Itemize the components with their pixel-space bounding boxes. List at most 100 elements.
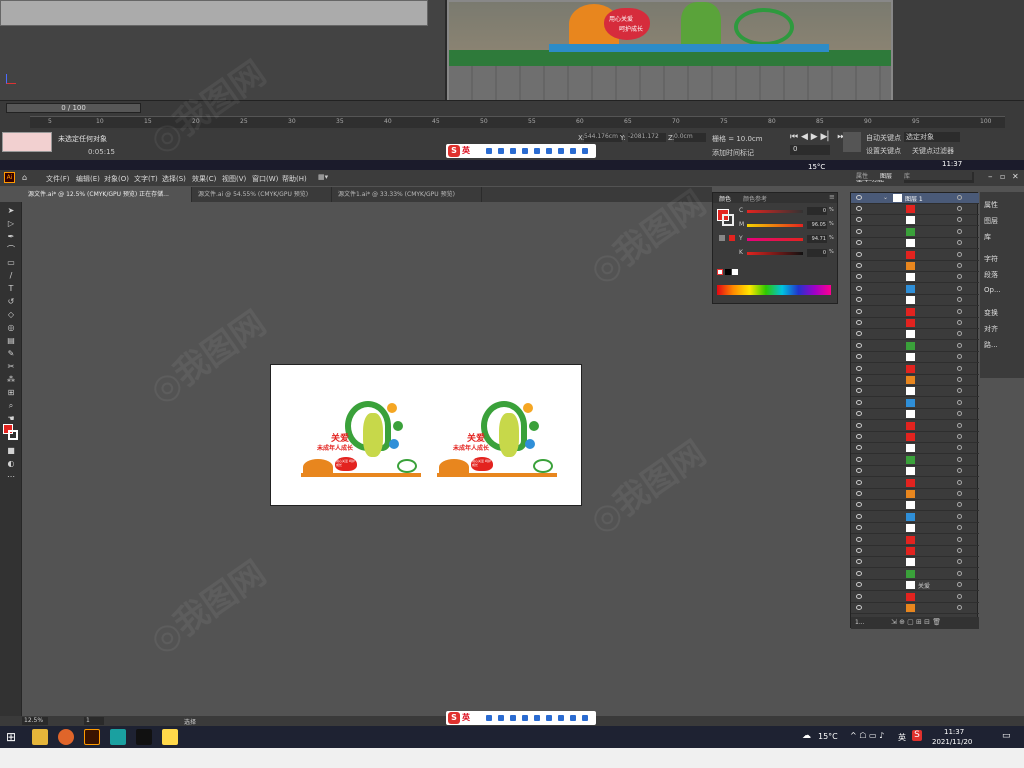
slider-y[interactable]: Y 94.71 % <box>739 235 835 243</box>
zoom-dropdown[interactable]: 12.5% <box>22 717 48 725</box>
target-icon[interactable] <box>957 491 962 496</box>
visibility-icon[interactable] <box>856 365 862 371</box>
visibility-icon[interactable] <box>856 354 862 360</box>
slider-m[interactable]: M 96.05 % <box>739 221 835 229</box>
layer-row[interactable]: ⌄ 图层 1 <box>851 193 979 204</box>
target-icon[interactable] <box>957 513 962 519</box>
warp-tool-icon[interactable]: ◎ <box>5 323 17 332</box>
layer-name[interactable]: 图层 1 <box>905 194 923 203</box>
sublayer-row[interactable] <box>851 500 979 512</box>
artboard-tool-icon[interactable]: ⊞ <box>5 388 17 397</box>
visibility-icon[interactable] <box>856 388 862 394</box>
target-icon[interactable] <box>957 285 962 291</box>
skin-icon[interactable] <box>558 148 564 154</box>
target-icon[interactable] <box>957 582 962 588</box>
web-color-swatch[interactable] <box>729 235 735 241</box>
visibility-icon[interactable] <box>856 491 862 496</box>
sublayer-row[interactable] <box>851 466 979 478</box>
target-icon[interactable] <box>957 593 962 599</box>
sublayer-row[interactable] <box>851 215 979 227</box>
coord-z-field[interactable]: 0.0cm <box>674 133 706 142</box>
visibility-icon[interactable] <box>856 468 862 474</box>
channel-value[interactable]: 0 <box>807 207 827 215</box>
tray-icons[interactable]: ^ ☖ ▭ ♪ <box>850 731 884 740</box>
file-explorer-icon[interactable] <box>32 729 48 745</box>
visibility-icon[interactable] <box>856 445 862 451</box>
target-icon[interactable] <box>957 525 962 531</box>
sublayer-row[interactable] <box>851 592 979 603</box>
keyboard-icon[interactable] <box>534 715 540 721</box>
sublayer-row[interactable] <box>851 557 979 569</box>
visibility-icon[interactable] <box>856 217 862 223</box>
visibility-icon[interactable] <box>856 251 862 257</box>
restore-button[interactable]: ▫ <box>1000 172 1005 181</box>
sublayer-row[interactable] <box>851 261 979 272</box>
target-icon[interactable] <box>957 331 962 337</box>
key-icon[interactable] <box>843 132 861 152</box>
grid-icon[interactable] <box>582 715 588 721</box>
weather-icon[interactable]: ☁ <box>802 731 811 741</box>
visibility-icon[interactable] <box>856 399 862 405</box>
sublayer-row[interactable] <box>851 489 979 500</box>
clock-date[interactable]: 2021/11/20 <box>932 738 972 746</box>
artwork-left[interactable]: 关爱 未成年人成长 用心关爱 呵护成长 <box>301 401 441 479</box>
color-mode-icon[interactable]: ■ <box>5 446 17 455</box>
visibility-icon[interactable] <box>856 559 862 565</box>
slider-track[interactable] <box>747 210 803 213</box>
dock-properties[interactable]: 属性 <box>984 200 998 210</box>
visibility-icon[interactable] <box>856 456 862 462</box>
selected-object-dropdown[interactable]: 选定对象 <box>904 132 960 142</box>
punct-icon[interactable] <box>498 715 504 721</box>
sublayer-row[interactable] <box>851 307 979 318</box>
tools-icon[interactable] <box>570 715 576 721</box>
notification-icon[interactable]: ▭ <box>1002 731 1011 741</box>
terminal-icon[interactable] <box>136 729 152 745</box>
target-icon[interactable] <box>957 468 962 474</box>
target-icon[interactable] <box>957 570 962 576</box>
channel-value[interactable]: 0 <box>807 249 827 257</box>
pen-tool-icon[interactable]: ✒ <box>5 232 17 241</box>
dock-layers[interactable]: 图层 <box>984 216 998 226</box>
user-icon[interactable] <box>546 715 552 721</box>
tab-document-3[interactable]: 源文件1.ai* @ 33.33% (CMYK/GPU 预览) <box>332 187 482 202</box>
sublayer-row[interactable] <box>851 421 979 432</box>
sublayer-row[interactable] <box>851 398 979 409</box>
sublayer-row[interactable] <box>851 295 979 307</box>
black-swatch[interactable] <box>725 269 731 275</box>
visibility-icon[interactable] <box>856 297 862 303</box>
ime-toolbar-top[interactable]: S 英 <box>446 144 596 158</box>
target-icon[interactable] <box>957 434 962 439</box>
target-icon[interactable] <box>957 320 962 325</box>
target-icon[interactable] <box>957 297 962 303</box>
layer-footer-icons[interactable]: ⇲ ⊕ ▢ ⊞ ⊟ 🗑 <box>891 618 941 626</box>
target-icon[interactable] <box>957 354 962 360</box>
menu-object[interactable]: 对象(O) <box>104 174 129 184</box>
more-tools-icon[interactable]: ⋯ <box>5 472 17 481</box>
sublayer-row[interactable] <box>851 364 979 375</box>
color-spectrum[interactable] <box>717 285 831 295</box>
key-filters-button[interactable]: 关键点过滤器 <box>912 146 954 156</box>
dock-opentype[interactable]: Op... <box>984 286 1001 294</box>
dock-transform[interactable]: 变换 <box>984 308 998 318</box>
stroke-color-swatch[interactable] <box>722 214 734 226</box>
viewport-left[interactable] <box>0 0 446 100</box>
eraser-tool-icon[interactable]: ◇ <box>5 310 17 319</box>
visibility-icon[interactable] <box>856 308 862 314</box>
target-icon[interactable] <box>957 308 962 314</box>
target-icon[interactable] <box>957 479 962 485</box>
sublayer-row[interactable] <box>851 512 979 523</box>
visibility-icon[interactable] <box>856 377 862 382</box>
target-icon[interactable] <box>957 206 962 211</box>
gradient-tool-icon[interactable]: ▤ <box>5 336 17 345</box>
skin-icon[interactable] <box>558 715 564 721</box>
menu-edit[interactable]: 编辑(E) <box>76 174 100 184</box>
rectangle-tool-icon[interactable]: ▭ <box>5 258 17 267</box>
dock-libraries[interactable]: 库 <box>984 232 991 242</box>
visibility-icon[interactable] <box>856 605 862 610</box>
viewport-render[interactable]: 用心关爱 呵护成长 <box>447 0 893 100</box>
visibility-icon[interactable] <box>856 536 862 542</box>
mic-icon[interactable] <box>522 148 528 154</box>
sublayer-row[interactable] <box>851 352 979 364</box>
target-icon[interactable] <box>957 445 962 451</box>
sublayer-row[interactable] <box>851 535 979 546</box>
